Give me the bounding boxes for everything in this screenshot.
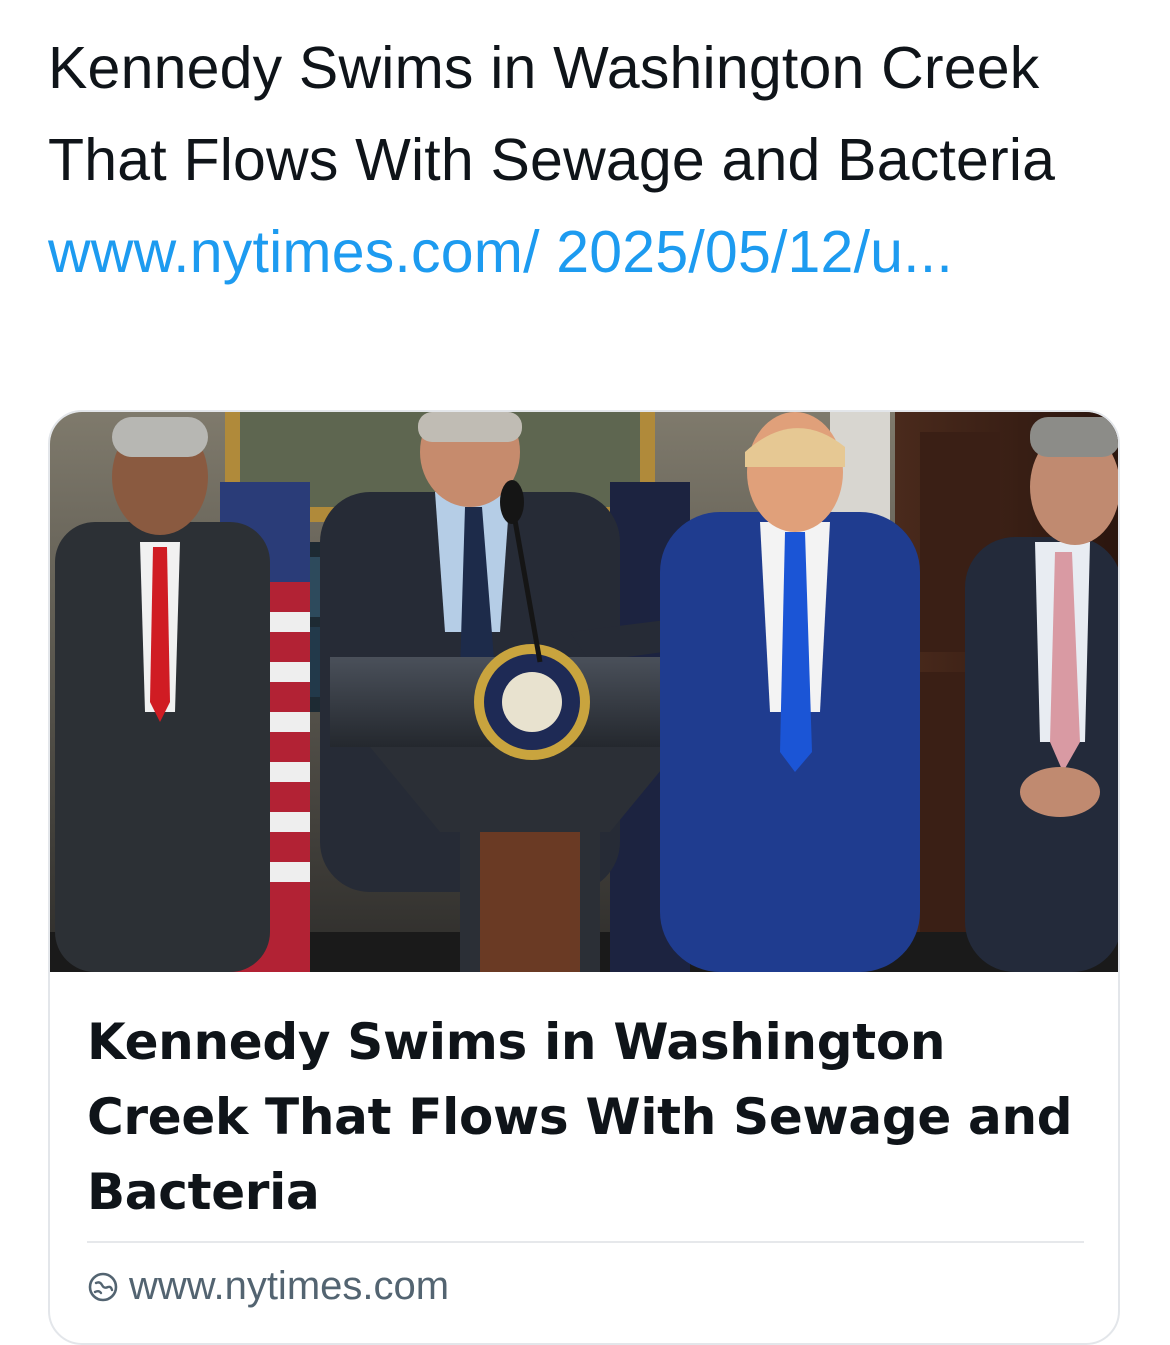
card-domain[interactable]: www.nytimes.com: [87, 1264, 449, 1309]
link-preview-card[interactable]: Kennedy Swims in Washington Creek That F…: [48, 410, 1120, 1345]
post-link[interactable]: www.nytimes.com/ 2025/05/12/u...: [48, 219, 953, 285]
card-divider: [87, 1241, 1084, 1243]
link-globe-icon: [88, 1272, 118, 1301]
post-text: Kennedy Swims in Washington Creek That F…: [48, 22, 1138, 298]
post-link-part-2: 2025/05/12/u...: [556, 219, 953, 285]
card-domain-text: www.nytimes.com: [129, 1264, 450, 1308]
card-title[interactable]: Kennedy Swims in Washington Creek That F…: [87, 1005, 1087, 1230]
card-image[interactable]: [50, 412, 1120, 972]
post-body-text: Kennedy Swims in Washington Creek That F…: [48, 35, 1056, 193]
post-link-part-1: www.nytimes.com/: [48, 219, 540, 285]
